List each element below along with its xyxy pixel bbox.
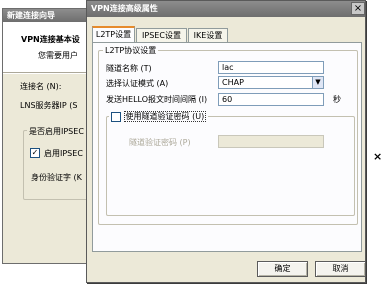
ipsec-group-label: 是否启用IPSEC xyxy=(27,126,86,137)
tunnel-auth-checkbox[interactable] xyxy=(111,111,121,122)
tab-strip: L2TP设置 IPSEC设置 IKE设置 xyxy=(92,26,362,42)
wizard-heading: VPN连接基本设 xyxy=(21,35,80,44)
tunnel-auth-checkbox-row[interactable]: 使用隧道验证密码 (U) xyxy=(109,111,209,122)
tunnel-password-input[interactable] xyxy=(218,135,324,148)
auth-mode-select[interactable]: CHAP ▼ xyxy=(218,76,324,89)
tunnel-name-label: 隧道名称 (T) xyxy=(106,64,152,73)
auth-key-label: 身份验证字 (K xyxy=(31,173,82,182)
dialog-title-bar: VPN连接高级属性 xyxy=(87,1,365,17)
tab-panel-l2tp: L2TP协议设置 隧道名称 (T) lac 选择认证模式 (A) CHAP ▼ … xyxy=(92,42,362,252)
background-close-icon[interactable]: × xyxy=(373,150,382,163)
auth-mode-value: CHAP xyxy=(222,78,244,87)
ok-button[interactable]: 确定 xyxy=(257,261,308,277)
tunnel-auth-group xyxy=(106,116,355,216)
dialog-title: VPN连接高级属性 xyxy=(91,4,158,13)
tab-ike[interactable]: IKE设置 xyxy=(188,28,228,42)
ipsec-enable-checkbox[interactable]: ✓ xyxy=(30,148,40,158)
tunnel-auth-checkbox-label: 使用隧道验证密码 (U) xyxy=(123,111,207,122)
wizard-subheading: 您需要用户 xyxy=(38,51,78,60)
tab-l2tp[interactable]: L2TP设置 xyxy=(92,26,135,42)
lns-server-label: LNS服务器IP (S xyxy=(20,101,78,110)
chevron-down-icon[interactable]: ▼ xyxy=(312,77,323,88)
cancel-button[interactable]: 取消 xyxy=(315,261,366,277)
vpn-advanced-dialog: VPN连接高级属性 × L2TP设置 IPSEC设置 IKE设置 L2TP协议设… xyxy=(86,0,366,283)
tunnel-name-input[interactable]: lac xyxy=(218,61,324,74)
hello-interval-input[interactable]: 60 xyxy=(218,93,324,106)
ipsec-enable-label: 启用IPSEC xyxy=(44,149,83,158)
tunnel-password-label: 隧道验证密码 (P) xyxy=(129,138,191,147)
dialog-close-icon[interactable]: × xyxy=(351,2,365,15)
l2tp-group-label: L2TP协议设置 xyxy=(103,45,159,56)
connection-name-label: 连接名 (N): xyxy=(20,82,62,91)
hello-interval-label: 发送HELLO报文时间间隔 (I) xyxy=(106,95,208,104)
tab-ipsec[interactable]: IPSEC设置 xyxy=(136,28,187,42)
hello-interval-unit: 秒 xyxy=(333,95,341,104)
auth-mode-label: 选择认证模式 (A) xyxy=(106,79,169,88)
